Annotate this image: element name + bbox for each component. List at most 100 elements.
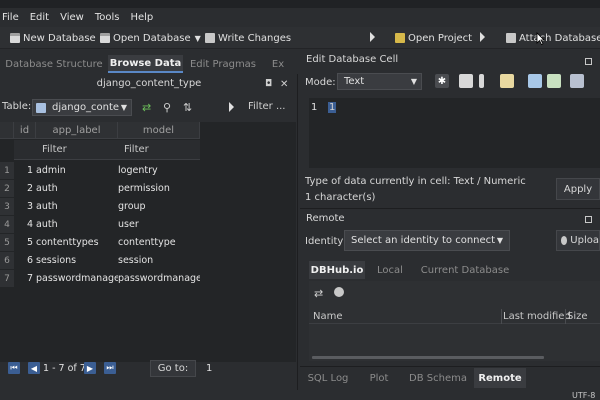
- cell-id[interactable]: 2: [14, 180, 36, 197]
- cell-id[interactable]: 7: [14, 270, 36, 287]
- auto-switch-icon[interactable]: ✱: [435, 74, 449, 88]
- cell-app-label[interactable]: auth: [36, 180, 118, 197]
- refresh-icon[interactable]: ⇄: [314, 287, 323, 300]
- refresh-icon[interactable]: ⇄: [142, 101, 151, 114]
- column-header-model[interactable]: model: [118, 122, 200, 139]
- cell-app-label[interactable]: admin: [36, 162, 118, 179]
- chevron-down-icon[interactable]: ▼: [195, 34, 201, 43]
- goto-button[interactable]: Go to:: [150, 360, 196, 377]
- previous-record-icon[interactable]: ◀: [28, 362, 40, 374]
- clear-filters-icon[interactable]: ⚲: [163, 101, 171, 114]
- mode-combobox[interactable]: Text ▼: [337, 73, 422, 90]
- table-row[interactable]: 3 3 auth group: [0, 198, 200, 215]
- tab-plot[interactable]: Plot: [357, 368, 401, 388]
- last-record-icon[interactable]: ⏭: [104, 362, 116, 374]
- cell-value[interactable]: 1: [328, 102, 337, 113]
- column-header-last-modified[interactable]: Last modified: [503, 311, 571, 322]
- column-header-size[interactable]: Size: [567, 311, 588, 322]
- table-row[interactable]: 5 5 contenttypes contenttype: [0, 234, 200, 251]
- cell-app-label[interactable]: auth: [36, 198, 118, 215]
- tab-database-structure[interactable]: Database Structure: [0, 55, 108, 73]
- float-icon[interactable]: ◘: [265, 79, 272, 89]
- horizontal-scrollbar[interactable]: [312, 356, 544, 359]
- first-record-icon[interactable]: ⏮: [8, 362, 20, 374]
- attach-database-button[interactable]: Attach Database: [506, 30, 600, 46]
- new-database-label: New Database: [23, 32, 96, 44]
- open-database-button[interactable]: Open Database ▼: [100, 30, 201, 46]
- table-row[interactable]: 6 6 sessions session: [0, 252, 200, 269]
- cell-app-label[interactable]: auth: [36, 216, 118, 233]
- new-database-button[interactable]: New Database: [10, 30, 96, 46]
- next-record-icon[interactable]: ▶: [84, 362, 96, 374]
- identity-combobox[interactable]: Select an identity to connect ▼: [344, 230, 510, 251]
- table-row[interactable]: 1 1 admin logentry: [0, 162, 200, 179]
- cell-id[interactable]: 5: [14, 234, 36, 251]
- import-icon[interactable]: [500, 74, 514, 88]
- tab-remote[interactable]: Remote: [474, 368, 526, 388]
- word-wrap-icon[interactable]: [459, 74, 473, 88]
- print-icon[interactable]: [570, 74, 584, 88]
- tab-execute-sql[interactable]: Ex: [263, 55, 293, 73]
- column-header-app-label[interactable]: app_label: [36, 122, 118, 139]
- menu-bar: File Edit View Tools Help: [0, 8, 600, 26]
- cell-app-label[interactable]: sessions: [36, 252, 118, 269]
- column-header-id[interactable]: id: [14, 122, 36, 139]
- toolbar-more-arrow-2-icon[interactable]: [480, 32, 485, 42]
- remote-content: ⇄ Name Last modified Size: [309, 281, 600, 361]
- filter-app-label[interactable]: Filter: [36, 140, 118, 160]
- tab-sql-log[interactable]: SQL Log: [303, 368, 353, 388]
- tab-current-database[interactable]: Current Database: [415, 261, 515, 279]
- tab-browse-data[interactable]: Browse Data: [108, 55, 183, 73]
- open-project-button[interactable]: Open Project: [395, 30, 472, 46]
- open-database-label: Open Database: [113, 32, 191, 44]
- cell-model[interactable]: permission: [118, 180, 200, 197]
- indent-icon[interactable]: [479, 74, 484, 88]
- tab-dbhub[interactable]: DBHub.io: [309, 261, 365, 279]
- cell-id[interactable]: 4: [14, 216, 36, 233]
- column-header-name[interactable]: Name: [313, 311, 343, 322]
- set-null-icon[interactable]: [547, 74, 561, 88]
- write-changes-button[interactable]: Write Changes: [205, 30, 291, 46]
- filter-id[interactable]: [14, 140, 36, 160]
- cell-model[interactable]: contenttype: [118, 234, 200, 251]
- filter-input[interactable]: Filter ...: [248, 101, 285, 112]
- cell-id[interactable]: 1: [14, 162, 36, 179]
- cell-model[interactable]: passwordmanager: [118, 270, 200, 287]
- sort-icon[interactable]: ⇅: [183, 101, 192, 114]
- tab-local[interactable]: Local: [367, 261, 413, 279]
- menu-tools[interactable]: Tools: [95, 12, 120, 23]
- remote-float-icon[interactable]: [585, 216, 592, 223]
- cell-id[interactable]: 3: [14, 198, 36, 215]
- table-title: django_content_type: [96, 78, 202, 89]
- cell-editor[interactable]: 1 1: [309, 98, 600, 168]
- cell-model[interactable]: logentry: [118, 162, 200, 179]
- goto-input[interactable]: 1: [200, 360, 290, 377]
- cell-model[interactable]: session: [118, 252, 200, 269]
- more-options-arrow-icon[interactable]: [229, 102, 234, 112]
- cell-model[interactable]: user: [118, 216, 200, 233]
- tab-edit-pragmas[interactable]: Edit Pragmas: [183, 55, 263, 73]
- chevron-down-icon: ▼: [410, 77, 417, 86]
- export-icon[interactable]: [528, 74, 542, 88]
- cell-app-label[interactable]: passwordmanager: [36, 270, 118, 287]
- cell-id[interactable]: 6: [14, 252, 36, 269]
- filter-model[interactable]: Filter: [118, 140, 200, 160]
- edit-cell-float-icon[interactable]: [585, 58, 592, 65]
- cell-app-label[interactable]: contenttypes: [36, 234, 118, 251]
- clone-icon[interactable]: [334, 287, 344, 297]
- menu-edit[interactable]: Edit: [30, 12, 49, 23]
- table-row[interactable]: 4 4 auth user: [0, 216, 200, 233]
- toolbar-more-arrow-icon[interactable]: [370, 32, 375, 42]
- identity-combobox-value: Select an identity to connect: [351, 235, 496, 246]
- table-combobox[interactable]: django_conte ▼: [32, 99, 132, 116]
- menu-help[interactable]: Help: [130, 12, 153, 23]
- tab-db-schema[interactable]: DB Schema: [405, 368, 471, 388]
- menu-file[interactable]: File: [2, 12, 19, 23]
- cell-model[interactable]: group: [118, 198, 200, 215]
- apply-button[interactable]: Apply: [556, 178, 600, 200]
- table-row[interactable]: 7 7 passwordmanager passwordmanager: [0, 270, 200, 287]
- table-row[interactable]: 2 2 auth permission: [0, 180, 200, 197]
- menu-view[interactable]: View: [60, 12, 84, 23]
- close-icon[interactable]: ✕: [280, 79, 288, 90]
- upload-button[interactable]: Uploa: [556, 230, 600, 251]
